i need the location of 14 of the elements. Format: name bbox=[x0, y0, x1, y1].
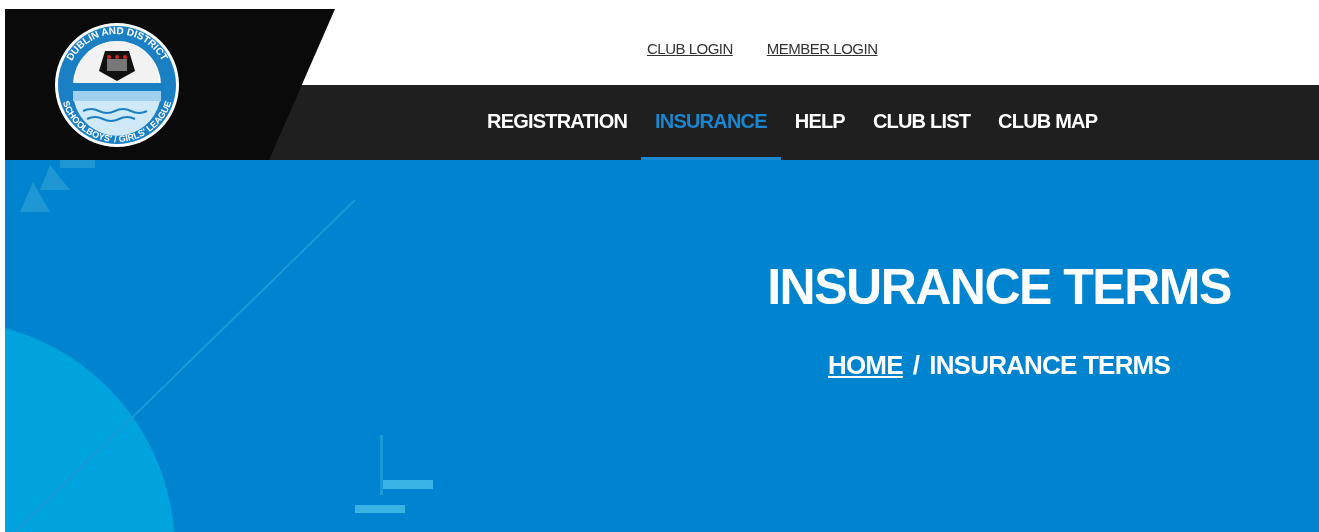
triangle-shape bbox=[20, 182, 50, 212]
nav-tab[interactable]: HELP bbox=[780, 85, 859, 160]
bar-shape bbox=[60, 160, 95, 168]
bar-shape bbox=[355, 505, 405, 513]
login-link[interactable]: MEMBER LOGIN bbox=[766, 39, 878, 57]
page-title: INSURANCE TERMS bbox=[767, 258, 1231, 316]
triangle-shape bbox=[40, 165, 70, 190]
login-link[interactable]: CLUB LOGIN bbox=[647, 39, 733, 57]
nav-tab[interactable]: CLUB MAP bbox=[984, 85, 1112, 160]
breadcrumb-link[interactable]: HOME bbox=[827, 350, 903, 381]
nav-tab[interactable]: CLUB LIST bbox=[858, 85, 985, 160]
breadcrumb-separator: / bbox=[912, 350, 920, 381]
breadcrumb-current: INSURANCE TERMS bbox=[929, 350, 1170, 381]
nav-tab[interactable]: REGISTRATION bbox=[473, 85, 642, 160]
